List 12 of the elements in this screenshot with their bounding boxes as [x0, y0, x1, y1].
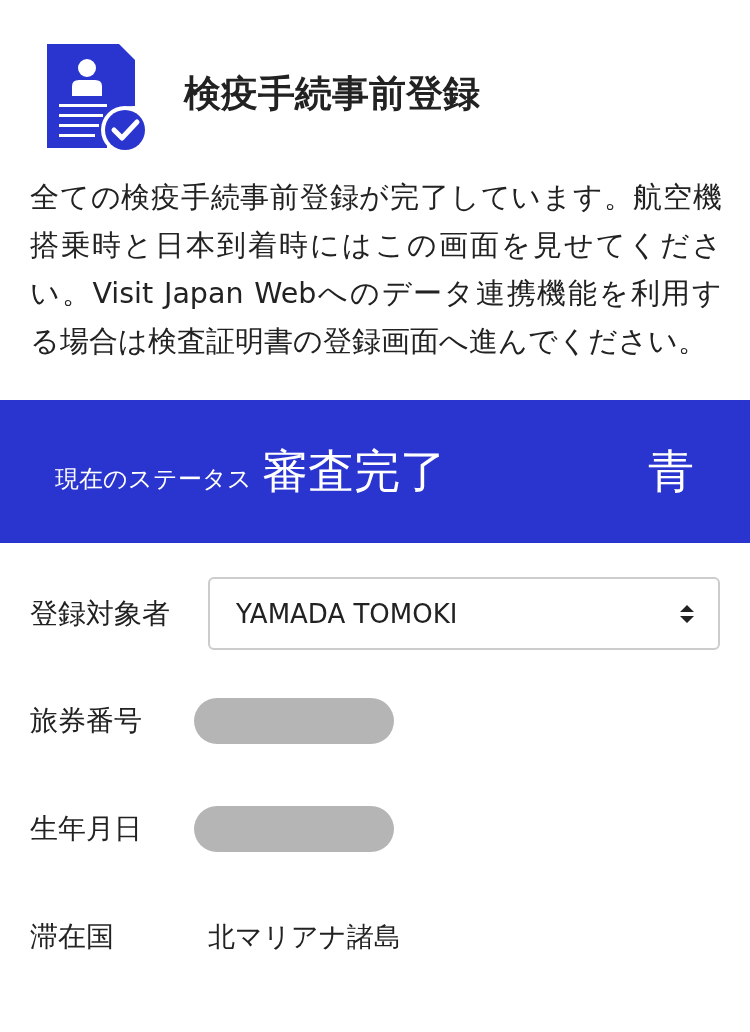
status-color-text: 青	[648, 442, 694, 500]
page-title: 検疫手続事前登録	[184, 71, 480, 117]
person-select[interactable]: YAMADA TOMOKI	[208, 577, 720, 650]
status-label: 現在のステータス	[55, 463, 252, 495]
field-label: 生年月日	[30, 811, 143, 847]
up-down-caret-icon	[680, 603, 694, 624]
field-value: 北マリアナ諸島	[208, 920, 401, 954]
field-label: 滞在国	[30, 919, 115, 955]
completion-message: 全ての検疫手続事前登録が完了しています。航空機搭乗時と日本到着時にはこの画面を見せてください。Visit Japan Webへのデータ連携機能を利用する場合は検査証明書の登録画面へ進んでください。	[30, 180, 722, 360]
field-label: 旅券番号	[30, 703, 143, 739]
field-label: 登録対象者	[30, 595, 171, 632]
status-value: 審査完了	[262, 442, 447, 500]
